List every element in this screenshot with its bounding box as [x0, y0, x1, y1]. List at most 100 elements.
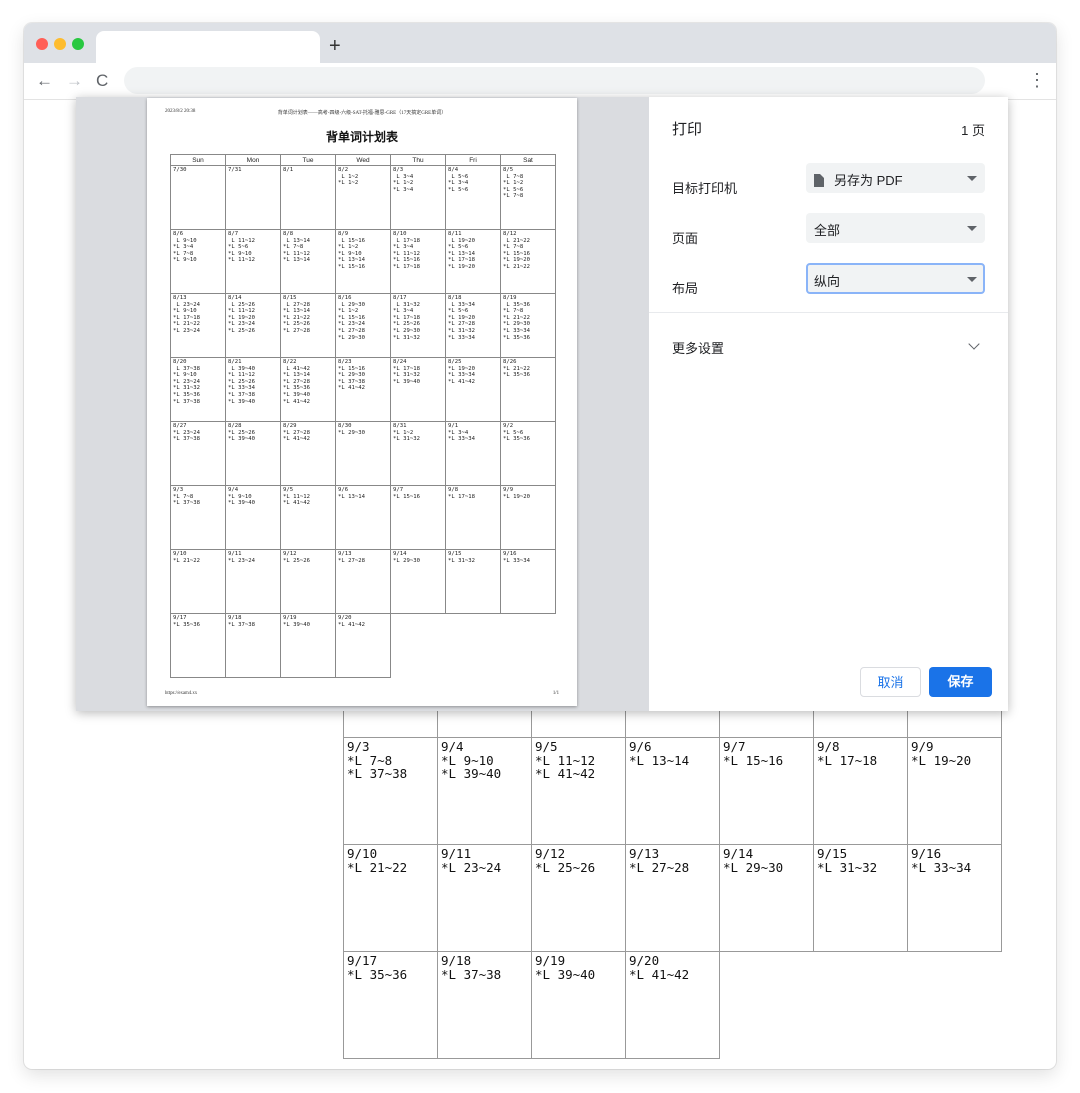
calendar-day-cell: 9/17 *L 35~36: [170, 613, 226, 678]
calendar-day-cell: 9/11 *L 23~24: [437, 844, 531, 952]
calendar-day-cell: 9/3 *L 7~8 *L 37~38: [343, 737, 437, 845]
day-text: 9/18 *L 37~38: [441, 953, 502, 982]
calendar-day-cell: 9/20 *L 41~42: [335, 613, 391, 678]
maximize-window-button[interactable]: [72, 38, 84, 50]
calendar-day-cell: 9/12 *L 25~26: [531, 844, 625, 952]
calendar-day-cell: 8/27 *L 23~24 *L 37~38: [170, 421, 226, 486]
day-text: 9/14 *L 29~30: [723, 846, 784, 875]
calendar-day-cell: 9/15 *L 31~32: [445, 549, 501, 614]
calendar-day-cell: 9/7 *L 15~16: [719, 737, 813, 845]
reload-icon[interactable]: C: [96, 68, 108, 94]
empty-cell: [501, 614, 556, 678]
calendar-day-cell: 9/4 *L 9~10 *L 39~40: [437, 737, 531, 845]
browser-menu-icon[interactable]: ⋮: [1028, 67, 1046, 93]
day-text: 9/9 *L 19~20: [911, 739, 972, 768]
chevron-down-icon[interactable]: [968, 338, 980, 350]
address-bar[interactable]: [124, 67, 985, 94]
calendar-day-cell: 8/7 L 11~12 *L 5~6 *L 9~10 *L 11~12: [225, 229, 281, 294]
calendar-day-cell: 8/11 L 19~20 *L 5~6 *L 13~14 *L 17~18 *L…: [445, 229, 501, 294]
day-text: 9/10 *L 21~22: [347, 846, 408, 875]
calendar-day-cell: 9/12 *L 25~26: [280, 549, 336, 614]
calendar-day-cell: 9/6 *L 13~14: [625, 737, 719, 845]
day-text: 9/3 *L 7~8 *L 37~38: [347, 739, 408, 781]
weekday-header: Sun: [170, 154, 226, 166]
pages-select[interactable]: 全部: [806, 213, 985, 243]
calendar-day-cell: 9/14 *L 29~30: [390, 549, 446, 614]
empty-cell: [391, 614, 446, 678]
pages-value: 全部: [814, 223, 841, 238]
forward-icon[interactable]: →: [66, 68, 83, 94]
calendar-day-cell: 8/9 L 15~16 *L 1~2 *L 9~10 *L 13~14 *L 1…: [335, 229, 391, 294]
background-calendar: 9/3 *L 7~8 *L 37~38 9/4 *L 9~10 *L 39~40 9…: [343, 699, 1002, 1059]
dropdown-arrow-icon: [967, 277, 977, 282]
day-text: 9/17 *L 35~36: [347, 953, 408, 982]
calendar-week-row: 9/10 *L 21~22 9/11 *L 23~24 9/12 *L 25~26 9…: [170, 549, 556, 614]
day-text: 9/5 *L 11~12 *L 41~42: [535, 739, 596, 781]
close-window-button[interactable]: [36, 38, 48, 50]
back-icon[interactable]: ←: [36, 68, 53, 94]
calendar-day-cell: 8/19 L 35~36 *L 7~8 *L 21~22 *L 29~30 *L…: [500, 293, 556, 358]
calendar-day-cell: 9/19 *L 39~40: [280, 613, 336, 678]
calendar-week-row: 7/30 7/31 8/1 8/2 L 1~2 *L 1~2 8/3 L 3~4 *L …: [170, 165, 556, 230]
calendar-day-cell: 8/22 L 41~42 *L 13~14 *L 27~28 *L 35~36 …: [280, 357, 336, 422]
calendar-day-cell: 9/9 *L 19~20: [500, 485, 556, 550]
calendar-day-cell: 9/5 *L 11~12 *L 41~42: [280, 485, 336, 550]
calendar-day-cell: 9/11 *L 23~24: [225, 549, 281, 614]
day-text: 9/6 *L 13~14: [629, 739, 690, 768]
calendar-day-cell: 9/20 *L 41~42: [625, 951, 720, 1059]
calendar-day-cell: 9/18 *L 37~38: [437, 951, 531, 1059]
calendar-day-cell: 9/7 *L 15~16: [390, 485, 446, 550]
calendar-day-cell: 9/4 *L 9~10 *L 39~40: [225, 485, 281, 550]
weekday-header: Thu: [390, 154, 446, 166]
weekday-header: Fri: [445, 154, 501, 166]
calendar-day-cell: 8/29 *L 27~28 *L 41~42: [280, 421, 336, 486]
save-button[interactable]: 保存: [929, 667, 992, 697]
page-header-title: 背单词计划表——高考-四级-六级-SAT-托福-雅思-GRE（17天搞定GRE单…: [277, 111, 447, 116]
day-text: 9/7 *L 15~16: [723, 739, 784, 768]
more-settings-toggle[interactable]: 更多设置: [672, 338, 724, 357]
print-title: 打印: [672, 121, 703, 138]
calendar-day-cell: 8/6 L 9~10 *L 3~4 *L 7~8 *L 9~10: [170, 229, 226, 294]
print-preview-area: 2023/8/2 20:38 背单词计划表——高考-四级-六级-SAT-托福-雅…: [76, 97, 649, 711]
calendar-day-cell: 8/18 L 33~34 *L 5~6 *L 19~20 *L 27~28 *L…: [445, 293, 501, 358]
day-text: 9/12 *L 25~26: [535, 846, 596, 875]
layout-select[interactable]: 纵向: [806, 263, 985, 294]
calendar-day-cell: 7/30: [170, 165, 226, 230]
cancel-button[interactable]: 取消: [860, 667, 921, 697]
calendar-day-cell: 9/9 *L 19~20: [907, 737, 1002, 845]
calendar-day-cell: 7/31: [225, 165, 281, 230]
calendar-day-cell: 8/2 L 1~2 *L 1~2: [335, 165, 391, 230]
new-tab-button[interactable]: +: [329, 32, 341, 60]
calendar-day-cell: 8/17 L 31~32 *L 3~4 *L 17~18 *L 25~26 *L…: [390, 293, 446, 358]
calendar-day-cell: 9/13 *L 27~28: [335, 549, 391, 614]
dropdown-arrow-icon: [967, 226, 977, 231]
calendar-day-cell: 9/3 *L 7~8 *L 37~38: [170, 485, 226, 550]
day-text: 9/15 *L 31~32: [817, 846, 878, 875]
divider: [649, 312, 1008, 313]
layout-label: 布局: [672, 281, 699, 296]
calendar-day-cell: 9/6 *L 13~14: [335, 485, 391, 550]
print-dialog: 2023/8/2 20:38 背单词计划表——高考-四级-六级-SAT-托福-雅…: [76, 97, 1008, 711]
minimize-window-button[interactable]: [54, 38, 66, 50]
calendar-day-cell: 9/17 *L 35~36: [343, 951, 437, 1059]
destination-label: 目标打印机: [672, 181, 738, 196]
day-text: 9/13 *L 27~28: [629, 846, 690, 875]
calendar-day-cell: 8/14 L 25~26 *L 11~12 *L 19~20 *L 23~24 …: [225, 293, 281, 358]
browser-window: + ← → C ⋮ 9/3 *L 7~8 *L 37~38 9/4 *L 9~10…: [24, 23, 1056, 1069]
page-footer-number: 1/1: [552, 691, 559, 696]
calendar-day-cell: 8/25 *L 19~20 *L 33~34 *L 41~42: [445, 357, 501, 422]
page-header-date: 2023/8/2 20:38: [165, 109, 196, 114]
weekday-header: Wed: [335, 154, 391, 166]
calendar-day-cell: 9/10 *L 21~22: [170, 549, 226, 614]
active-tab[interactable]: [96, 31, 320, 63]
document-icon: [814, 174, 824, 187]
calendar-day-cell: 8/28 *L 25~26 *L 39~40: [225, 421, 281, 486]
preview-calendar-table: Sun Mon Tue Wed Thu Fri Sat 7/30 7/31 8/1 8/2 L 1…: [170, 154, 556, 678]
page-count: 1 页: [961, 123, 985, 138]
calendar-day-cell: 9/16 *L 33~34: [500, 549, 556, 614]
day-text: 9/8 *L 17~18: [817, 739, 878, 768]
calendar-day-cell: 9/2 *L 5~6 *L 35~36: [500, 421, 556, 486]
calendar-day-cell: 9/8 *L 17~18: [445, 485, 501, 550]
destination-select[interactable]: 另存为 PDF: [806, 163, 985, 193]
calendar-day-cell: 8/30 *L 29~30: [335, 421, 391, 486]
